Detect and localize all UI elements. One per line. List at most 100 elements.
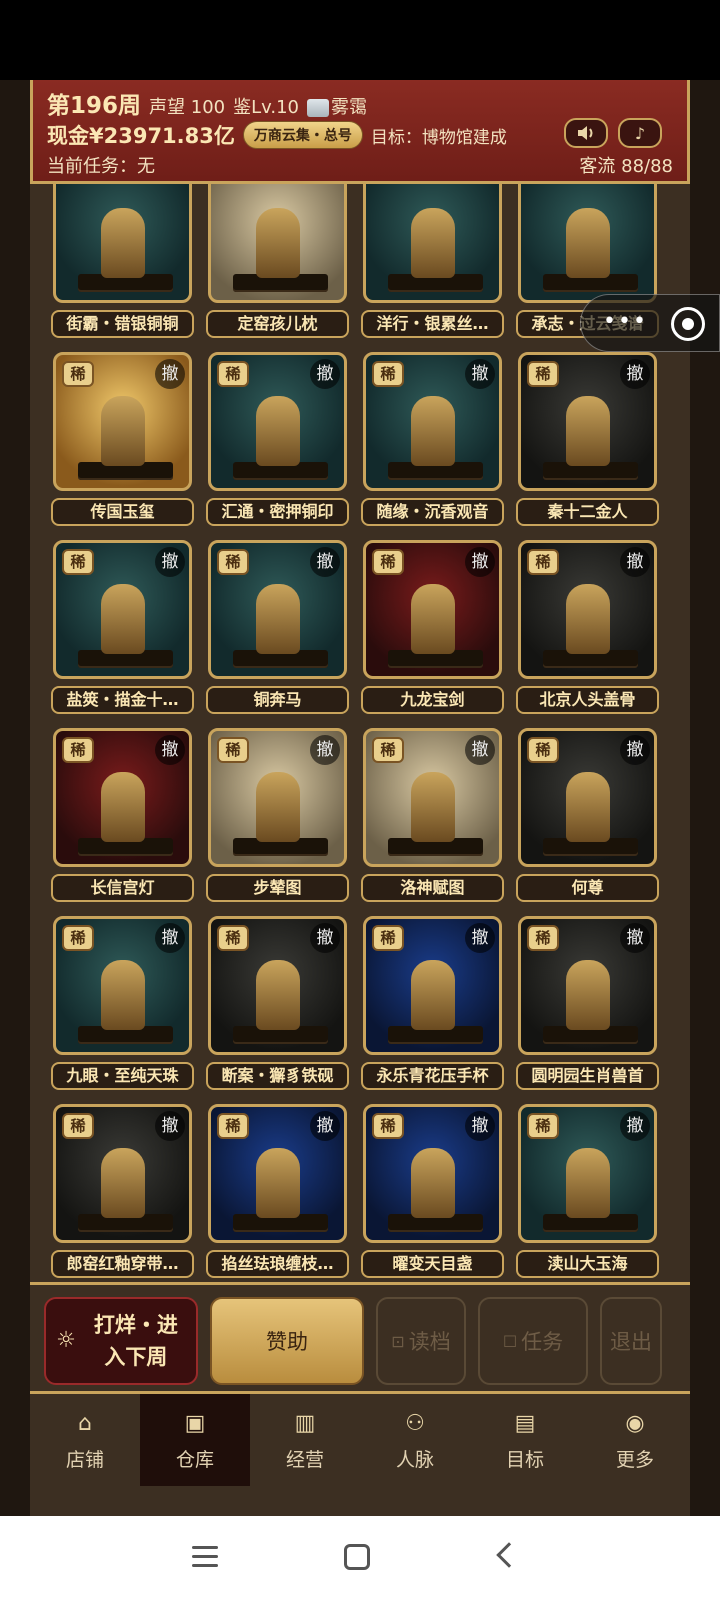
item-card[interactable]: 稀撤九龙宝剑 (361, 540, 504, 714)
withdraw-button[interactable]: 撤 (155, 735, 185, 765)
artifact-shape (565, 208, 610, 278)
reputation-stat: 声望 100 (149, 97, 226, 118)
item-name: 随缘・沉香观音 (361, 498, 504, 526)
nav-warehouse[interactable]: ▣ 仓库 (140, 1394, 250, 1486)
sponsor-button[interactable]: 赞助 (210, 1297, 364, 1385)
item-card[interactable]: 稀撤铜奔马 (206, 540, 349, 714)
more-dots-icon: ••• (603, 309, 648, 334)
withdraw-button[interactable]: 撤 (155, 1111, 185, 1141)
withdraw-button[interactable]: 撤 (310, 1111, 340, 1141)
rare-badge: 稀 (217, 737, 249, 763)
item-image: 稀撤 (363, 540, 502, 679)
artifact-shape (255, 1148, 300, 1218)
rare-badge: 稀 (372, 737, 404, 763)
item-card[interactable]: 稀撤步辇图 (206, 728, 349, 902)
rare-badge: 稀 (372, 1113, 404, 1139)
item-name: 圆明园生肖兽首 (516, 1062, 659, 1090)
back-icon[interactable] (496, 1542, 522, 1568)
nav-shop[interactable]: ⌂ 店铺 (30, 1394, 140, 1486)
item-name: 长信宫灯 (51, 874, 194, 902)
withdraw-button[interactable]: 撤 (310, 735, 340, 765)
withdraw-button[interactable]: 撤 (620, 359, 650, 389)
withdraw-button[interactable]: 撤 (620, 923, 650, 953)
item-card[interactable]: 稀撤掐丝珐琅缠枝… (206, 1104, 349, 1278)
item-image: 稀撤 (363, 728, 502, 867)
item-card[interactable]: 稀 撤随缘・沉香观音 (361, 352, 504, 526)
fog-icon (307, 99, 330, 117)
item-card[interactable]: 稀撤盐筴・描金十… (51, 540, 194, 714)
rare-badge: 稀 (62, 1113, 94, 1139)
music-button[interactable]: ♪ (618, 118, 662, 148)
item-image: 稀撤 (208, 916, 347, 1055)
withdraw-button[interactable]: 撤 (155, 359, 185, 389)
rare-badge: 稀 (527, 925, 559, 951)
appraisal-level: 鉴Lv.10 (233, 97, 300, 118)
rare-badge: 稀 (372, 361, 404, 387)
withdraw-button[interactable]: 撤 (620, 1111, 650, 1141)
withdraw-button[interactable]: 撤 (155, 923, 185, 953)
floating-widget[interactable]: ••• (580, 294, 720, 352)
withdraw-button[interactable]: 撤 (620, 735, 650, 765)
item-card[interactable]: 稀撤汇通・密押铜印 (206, 352, 349, 526)
item-image: 稀撤 (208, 728, 347, 867)
artifact-shape (255, 396, 300, 466)
item-card[interactable]: 定窑孩儿枕 (206, 184, 349, 338)
item-card[interactable]: 稀撤九眼・至纯天珠 (51, 916, 194, 1090)
item-card[interactable]: 稀撤北京人头盖骨 (516, 540, 659, 714)
exit-button[interactable]: 退出 (600, 1297, 662, 1385)
item-card[interactable]: 洋行・银累丝… (361, 184, 504, 338)
artifact-shape (100, 396, 145, 466)
rare-badge: 稀 (527, 549, 559, 575)
withdraw-button[interactable]: 撤 (620, 547, 650, 577)
withdraw-button[interactable]: 撤 (465, 923, 495, 953)
item-card[interactable]: 稀撤渎山大玉海 (516, 1104, 659, 1278)
withdraw-button[interactable]: 撤 (465, 735, 495, 765)
nav-contacts[interactable]: ⚇ 人脉 (360, 1394, 470, 1486)
item-card[interactable]: 稀撤断案・獬豸铁砚 (206, 916, 349, 1090)
nav-more[interactable]: ◉ 更多 (580, 1394, 690, 1486)
system-nav-bar (0, 1516, 720, 1602)
sound-button[interactable] (564, 118, 608, 148)
item-card[interactable]: 稀撤曜变天目盏 (361, 1104, 504, 1278)
item-name: 步辇图 (206, 874, 349, 902)
item-card[interactable]: 稀撤永乐青花压手杯 (361, 916, 504, 1090)
withdraw-button[interactable]: 撤 (465, 1111, 495, 1141)
item-name: 断案・獬豸铁砚 (206, 1062, 349, 1090)
home-icon[interactable] (344, 1544, 370, 1570)
artifact-shape (100, 1148, 145, 1218)
artifact-shape (255, 772, 300, 842)
withdraw-button[interactable]: 撤 (465, 359, 495, 389)
item-card[interactable]: 稀撤传国玉玺 (51, 352, 194, 526)
menu-icon[interactable] (192, 1546, 218, 1568)
item-row: 稀撤盐筴・描金十… 稀撤铜奔马稀撤九龙宝剑稀撤北京人头盖骨 (51, 540, 671, 714)
withdraw-button[interactable]: 撤 (310, 923, 340, 953)
withdraw-button[interactable]: 撤 (155, 547, 185, 577)
item-card[interactable]: 街霸・错银铜铜 (51, 184, 194, 338)
item-image: 稀撤 (518, 540, 657, 679)
item-name: 何尊 (516, 874, 659, 902)
item-name: 汇通・密押铜印 (206, 498, 349, 526)
bottom-nav: ⌂ 店铺 ▣ 仓库 ▥ 经营 ⚇ 人脉 ▤ 目标 ◉ 更多 (30, 1394, 690, 1486)
item-name: 渎山大玉海 (516, 1250, 659, 1278)
artifact-shape (410, 208, 455, 278)
withdraw-button[interactable]: 撤 (310, 547, 340, 577)
nav-goals[interactable]: ▤ 目标 (470, 1394, 580, 1486)
item-card[interactable]: 稀撤何尊 (516, 728, 659, 902)
withdraw-button[interactable]: 撤 (465, 547, 495, 577)
load-button[interactable]: ⊡ 读档 (376, 1297, 466, 1385)
item-card[interactable]: 稀撤秦十二金人 (516, 352, 659, 526)
withdraw-button[interactable]: 撤 (310, 359, 340, 389)
item-card[interactable]: 稀撤郎窑红釉穿带… (51, 1104, 194, 1278)
artifact-shape (255, 208, 300, 278)
nav-business[interactable]: ▥ 经营 (250, 1394, 360, 1486)
shop-icon: ⌂ (78, 1411, 92, 1436)
task-button[interactable]: ☐ 任务 (478, 1297, 588, 1385)
rare-badge: 稀 (62, 361, 94, 387)
sun-icon: ☼ (56, 1328, 76, 1353)
artifact-shape (565, 772, 610, 842)
item-card[interactable]: 稀撤长信宫灯 (51, 728, 194, 902)
item-card[interactable]: 稀撤洛神赋图 (361, 728, 504, 902)
close-shop-button[interactable]: ☼ 打烊・进入下周 (44, 1297, 198, 1385)
item-image: 稀撤 (363, 1104, 502, 1243)
item-card[interactable]: 稀 撤圆明园生肖兽首 (516, 916, 659, 1090)
